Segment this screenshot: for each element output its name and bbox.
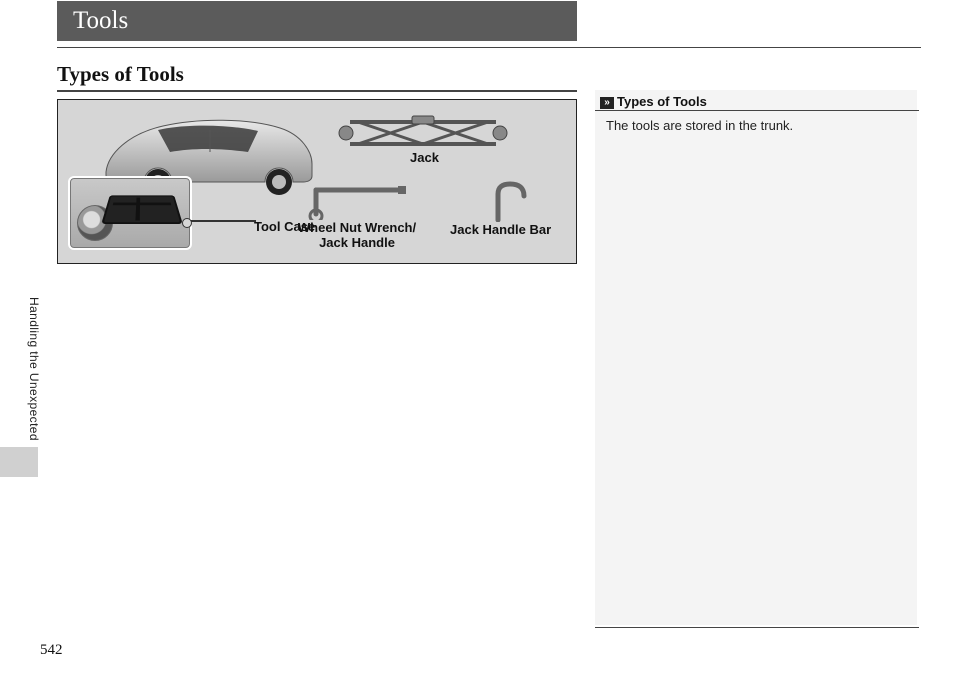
trunk-inset bbox=[68, 176, 192, 250]
manual-page: Tools Types of Tools bbox=[0, 0, 954, 674]
page-number: 542 bbox=[40, 642, 63, 659]
label-jack: Jack bbox=[410, 150, 439, 165]
wrench-illustration bbox=[298, 180, 408, 220]
margin-tab-block bbox=[0, 447, 38, 477]
side-heading-marker-icon: » bbox=[600, 97, 614, 109]
chapter-title: Tools bbox=[73, 7, 128, 35]
label-wrench: Wheel Nut Wrench/ Jack Handle bbox=[292, 220, 422, 250]
callout-leader-line bbox=[186, 220, 256, 222]
side-body-text: The tools are stored in the trunk. bbox=[606, 118, 793, 133]
tools-figure: Tool Case Jack bbox=[57, 99, 577, 264]
jack-handle-bar-illustration bbox=[458, 180, 543, 222]
side-heading-rule bbox=[595, 110, 919, 111]
side-heading-text: Types of Tools bbox=[617, 94, 707, 109]
side-bottom-rule bbox=[595, 627, 919, 628]
chapter-bar: Tools bbox=[57, 1, 577, 41]
heading-rule bbox=[57, 90, 577, 92]
trunk-callout bbox=[68, 176, 228, 256]
side-column bbox=[595, 90, 917, 625]
label-jack-handle-bar: Jack Handle Bar bbox=[450, 222, 551, 237]
tool-case-icon bbox=[101, 195, 183, 224]
section-heading: Types of Tools bbox=[57, 62, 184, 87]
top-rule bbox=[57, 47, 921, 48]
jack-illustration bbox=[338, 114, 508, 152]
side-heading: »Types of Tools bbox=[600, 94, 707, 109]
margin-section-label: Handling the Unexpected bbox=[27, 297, 41, 441]
